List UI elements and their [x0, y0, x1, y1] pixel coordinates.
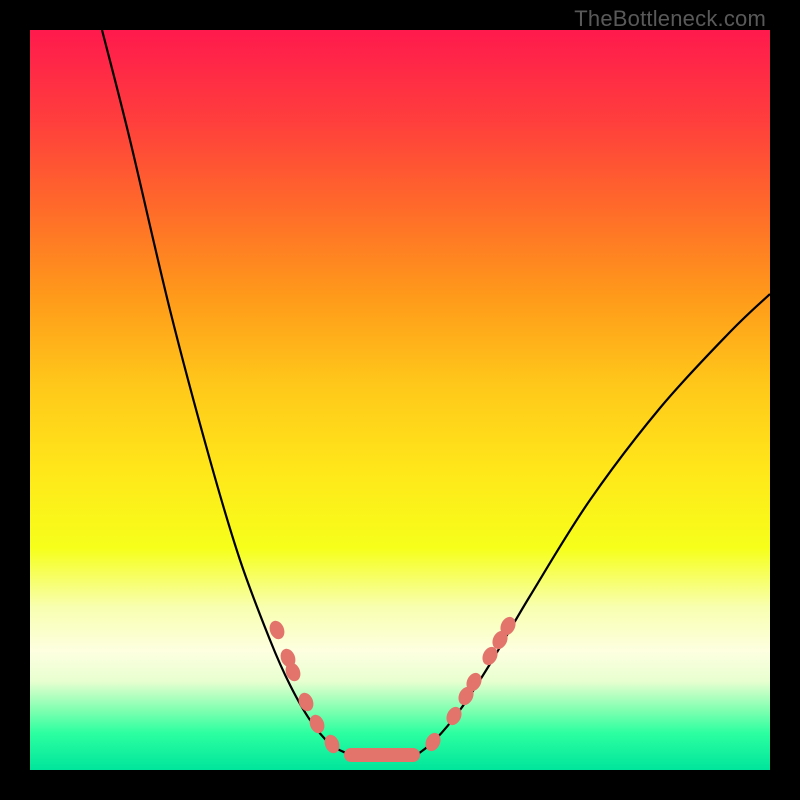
bottleneck-curve	[30, 30, 770, 770]
curve-path	[102, 30, 770, 758]
plateau-group	[344, 748, 420, 762]
watermark-text: TheBottleneck.com	[574, 6, 766, 32]
plateau-capsule	[344, 748, 420, 762]
markers-left-group	[267, 619, 342, 756]
chart-frame: TheBottleneck.com	[0, 0, 800, 800]
curve-marker	[307, 713, 327, 736]
curve-marker	[322, 733, 342, 756]
curve-marker	[296, 691, 316, 714]
plot-area	[30, 30, 770, 770]
markers-right-group	[423, 614, 519, 753]
